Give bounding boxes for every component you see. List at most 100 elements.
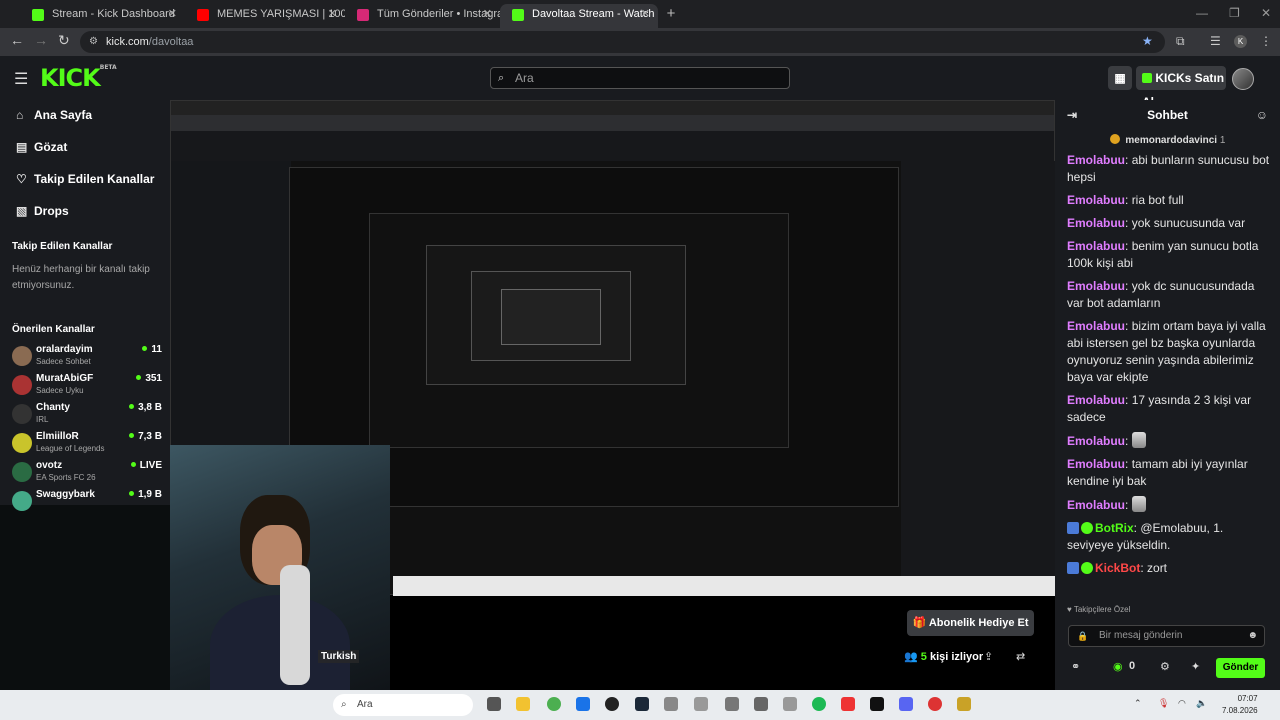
recommended-channel[interactable]: MuratAbiGF Sadece Uyku 351 [12, 372, 162, 400]
sidebar-item-home[interactable]: ⌂ Ana Sayfa [16, 108, 92, 122]
close-window-icon[interactable]: ✕ [1261, 6, 1271, 20]
share-icon[interactable]: ⇪ [984, 650, 993, 663]
minimize-icon[interactable]: — [1196, 6, 1208, 20]
heart-icon: ♡ [16, 172, 27, 186]
edge-icon[interactable] [576, 697, 590, 711]
chat-message: Emolabuu: abi bunların sunucusu bot heps… [1067, 153, 1270, 184]
sidebar-item-browse[interactable]: ▤ Gözat [16, 140, 67, 154]
search-placeholder: Ara [515, 71, 534, 85]
spotify-icon[interactable] [812, 697, 826, 711]
profile-avatar[interactable]: K [1234, 35, 1247, 48]
browser-toolbar: ← → ↻ ⚙ kick.com/davoltaa ★ ⧉ ☰ ⋮ [0, 28, 1280, 56]
followed-empty-text: Henüz herhangi bir kanalı takip etmiyors… [12, 264, 150, 291]
recommended-channel[interactable]: oralardayim Sadece Sohbet 11 [12, 343, 162, 371]
chrome-icon[interactable] [547, 697, 561, 711]
reload-icon[interactable]: ↻ [58, 32, 70, 49]
system-clock[interactable]: 07:07 7.08.2026 [1222, 693, 1258, 717]
video-player[interactable] [170, 100, 1055, 690]
recommended-channel[interactable]: Swaggybark 1,9 B [12, 488, 162, 516]
theater-mode-button[interactable]: ▦ [1108, 66, 1132, 90]
points-value: 0 [1129, 660, 1136, 672]
site-info-icon[interactable]: ⚙ [89, 31, 98, 53]
tab-label: MEMES YARIŞMASI | 100 EN ÇO [217, 8, 345, 20]
mod-badge-icon [1067, 562, 1079, 574]
extensions-icon[interactable]: ⧉ [1176, 34, 1185, 49]
app-icon[interactable] [783, 697, 797, 711]
forward-icon[interactable]: → [34, 32, 48, 48]
app-icon[interactable] [754, 697, 768, 711]
collapse-chat-icon[interactable]: ⇥ [1067, 100, 1077, 130]
browser-tab-davoltaa[interactable]: Davoltaa Stream - Watch Live o ✕ [500, 4, 658, 28]
discord-icon[interactable] [899, 697, 913, 711]
obs-icon[interactable] [605, 697, 619, 711]
verified-badge-icon [1081, 562, 1093, 574]
home-icon: ⌂ [16, 108, 24, 122]
app-icon[interactable] [870, 697, 884, 711]
chat-message: KickBot: zort [1067, 560, 1272, 577]
close-icon[interactable]: ✕ [641, 4, 650, 24]
address-bar[interactable]: ⚙ kick.com/davoltaa [80, 31, 1165, 53]
search-input[interactable]: ⌕ Ara [490, 67, 790, 89]
url-domain: kick.com [106, 36, 149, 48]
followers-only-label: ♥ Takipçilere Özel [1067, 605, 1131, 614]
chat-message: Emolabuu: yok sunucusunda var [1067, 216, 1246, 230]
back-icon[interactable]: ← [10, 32, 24, 48]
sidebar: ⌂ Ana Sayfa ▤ Gözat ♡ Takip Edilen Kanallar… [0, 100, 170, 511]
predictions-icon[interactable]: ⚭ [1071, 660, 1080, 673]
app-icon[interactable] [928, 697, 942, 711]
close-icon[interactable]: ✕ [328, 4, 337, 24]
microphone-icon[interactable]: 🎙 [1158, 698, 1169, 709]
emoji-icon[interactable]: ☻ [1247, 626, 1258, 646]
new-tab-button[interactable]: + [662, 5, 680, 23]
tab-label: Tüm Gönderiler • Instagram [377, 8, 500, 20]
chat-input[interactable]: 🔒 Bir mesaj gönderin ☻ [1068, 625, 1265, 647]
chat-message: Emolabuu: yok dc sunucusundada var bot a… [1067, 279, 1255, 310]
avatar [12, 404, 32, 424]
avatar [12, 346, 32, 366]
layout-icon: ▦ [1114, 71, 1126, 85]
chat-title: Sohbet [1147, 108, 1188, 122]
calculator-icon[interactable] [694, 697, 708, 711]
steam-icon[interactable] [635, 697, 649, 711]
maximize-icon[interactable]: ❐ [1229, 6, 1240, 20]
settings-gear-icon[interactable]: ⚙ [1160, 660, 1170, 673]
hamburger-menu-icon[interactable]: ☰ [14, 69, 28, 89]
tray-chevron-icon[interactable]: ⌃ [1134, 698, 1142, 709]
sidebar-item-drops[interactable]: ▧ Drops [16, 204, 69, 218]
tab-label: Davoltaa Stream - Watch Live o [532, 8, 658, 20]
close-icon[interactable]: ✕ [168, 4, 177, 24]
gift-subscription-button[interactable]: 🎁 Abonelik Hediye Et [907, 610, 1034, 636]
app-icon[interactable] [664, 697, 678, 711]
close-icon[interactable]: ✕ [483, 4, 492, 24]
search-icon: ⌕ [498, 72, 505, 84]
recommended-channel[interactable]: Chanty IRL 3,8 B [12, 401, 162, 429]
wifi-icon[interactable]: ◠ [1178, 698, 1186, 709]
app-icon[interactable] [841, 697, 855, 711]
file-explorer-icon[interactable] [516, 697, 530, 711]
browser-tab-instagram[interactable]: Tüm Gönderiler • Instagram ✕ [345, 4, 500, 28]
reading-list-icon[interactable]: ☰ [1210, 34, 1221, 48]
chat-mode-icon[interactable]: ✦ [1191, 660, 1200, 673]
app-icon[interactable] [957, 697, 971, 711]
menu-kebab-icon[interactable]: ⋮ [1260, 34, 1272, 48]
sidebar-item-following[interactable]: ♡ Takip Edilen Kanallar [16, 172, 154, 186]
recommended-channel[interactable]: ElmiilloR League of Legends 7,3 B [12, 430, 162, 458]
lock-icon: 🔒 [1077, 631, 1089, 641]
chat-users-icon[interactable]: ☺ [1256, 100, 1268, 130]
browser-tab-kick-dashboard[interactable]: Stream - Kick Dashboard ✕ [20, 4, 185, 28]
kick-logo[interactable]: KICKBETA [40, 64, 117, 92]
volume-icon[interactable]: 🔈 [1196, 698, 1207, 709]
bookmark-star-icon[interactable]: ★ [1142, 34, 1153, 48]
user-avatar[interactable] [1232, 68, 1254, 90]
clip-icon[interactable]: ⇄ [1016, 650, 1025, 663]
buy-kicks-button[interactable]: KICKs Satın Al [1136, 66, 1226, 109]
browser-tab-youtube[interactable]: MEMES YARIŞMASI | 100 EN ÇO ✕ [185, 4, 345, 28]
points-icon: ◉ [1113, 661, 1123, 673]
recommended-channel[interactable]: ovotz EA Sports FC 26 LIVE [12, 459, 162, 487]
chat-message: Emolabuu: tamam abi iyi yayınlar kendine… [1067, 457, 1248, 488]
taskbar-search[interactable]: ⌕ Ara [333, 694, 473, 716]
send-button[interactable]: Gönder [1216, 658, 1265, 678]
instagram-favicon-icon [357, 9, 369, 21]
task-view-icon[interactable] [487, 697, 501, 711]
usb-icon[interactable] [725, 697, 739, 711]
